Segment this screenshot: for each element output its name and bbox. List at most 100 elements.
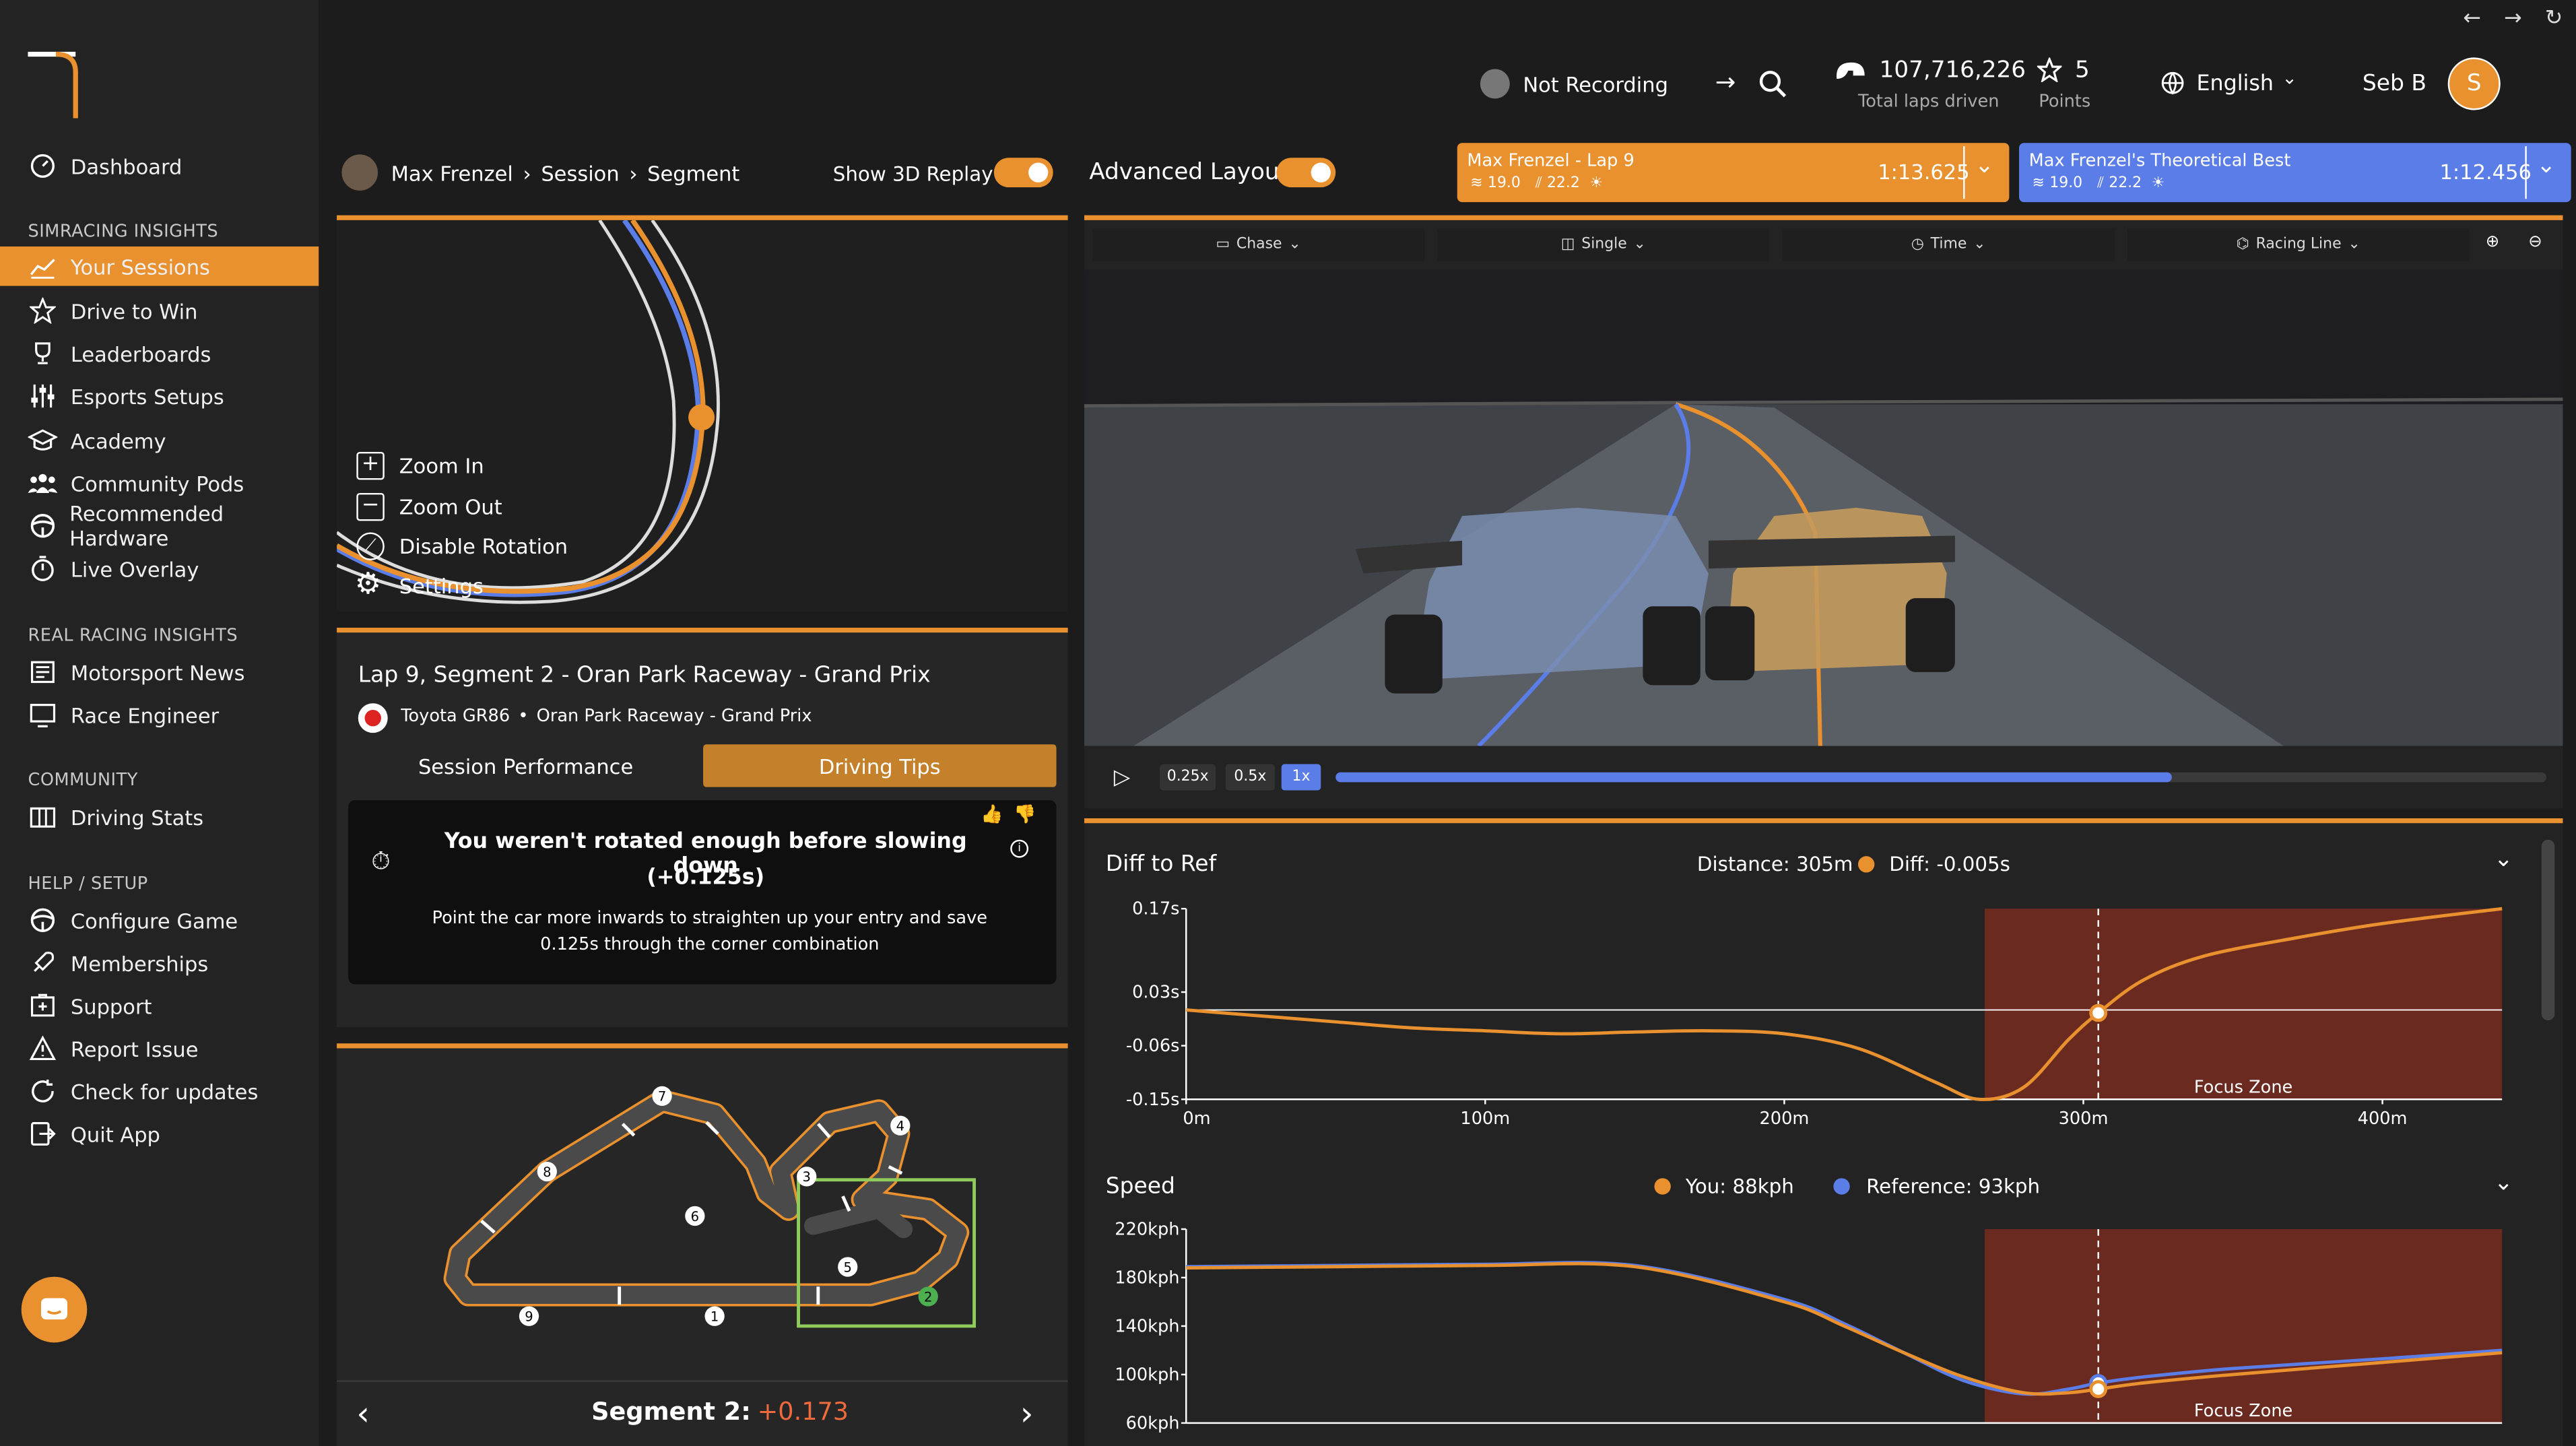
replay-progress-track[interactable]	[1335, 772, 2547, 783]
trophy-icon	[28, 339, 57, 368]
nav-quit-app[interactable]: Quit App	[0, 1114, 319, 1154]
breadcrumb-driver[interactable]: Max Frenzel	[391, 161, 513, 186]
thumbs-up-icon[interactable]: 👍	[981, 803, 1003, 825]
nav-support[interactable]: Support	[0, 986, 319, 1026]
x-tick-label: 400m	[2358, 1109, 2408, 1129]
focus-zone-label: Focus Zone	[2194, 1401, 2292, 1421]
forward-arrow-icon[interactable]: →	[2504, 7, 2522, 32]
back-arrow-icon[interactable]: ←	[2463, 7, 2481, 32]
nav-motorsport-news[interactable]: Motorsport News	[0, 653, 319, 692]
camera-dropdown[interactable]: ▭ Chase ⌄	[1092, 228, 1424, 261]
scrollbar[interactable]	[2541, 839, 2555, 1021]
replay-3d-view[interactable]	[1084, 269, 2563, 746]
zoom-in-icon[interactable]: +	[356, 451, 385, 480]
nav-race-engineer[interactable]: Race Engineer	[0, 695, 319, 735]
corner-label: 4	[896, 1119, 904, 1134]
total-laps-label: Total laps driven	[1857, 92, 2000, 112]
breadcrumb-separator: ›	[523, 161, 531, 186]
nav-community-pods[interactable]: Community Pods	[0, 463, 319, 503]
user-name[interactable]: Seb B	[2363, 71, 2426, 97]
mode-dropdown[interactable]: ◷ Time ⌄	[1782, 228, 2115, 261]
corner-label: 5	[844, 1259, 852, 1275]
y-tick-label: 220kph	[1115, 1220, 1179, 1240]
language-select[interactable]: English	[2196, 72, 2274, 97]
next-segment-icon[interactable]: ›	[1020, 1393, 1034, 1433]
corner-label: 9	[525, 1309, 533, 1325]
advanced-layout-toggle[interactable]	[1276, 158, 1336, 188]
nav-label: Race Engineer	[70, 702, 220, 727]
you-legend-dot	[1857, 856, 1875, 873]
zoom-out-icon[interactable]: ⊖	[2528, 233, 2542, 251]
chart-line-icon	[28, 251, 57, 281]
nav-memberships[interactable]: Memberships	[0, 943, 319, 983]
compass-icon[interactable]: ⟋	[356, 532, 385, 560]
nav-report-issue[interactable]: Report Issue	[0, 1028, 319, 1068]
chevron-down-icon[interactable]: ⌄	[2494, 1170, 2513, 1196]
nav-recommended-hardware[interactable]: Recommended Hardware	[0, 501, 319, 550]
y-tick-label: 180kph	[1115, 1268, 1179, 1288]
lap-segment-title: Lap 9, Segment 2 - Oran Park Raceway - G…	[358, 662, 931, 689]
corner-label: 8	[543, 1164, 551, 1180]
globe-icon	[2161, 71, 2184, 95]
avatar[interactable]: S	[2447, 57, 2501, 110]
previous-segment-icon[interactable]: ‹	[356, 1393, 370, 1433]
disable-rotation-button[interactable]: Disable Rotation	[399, 534, 568, 559]
racing-line-dropdown[interactable]: ⌬ Racing Line ⌄	[2127, 228, 2470, 261]
settings-button[interactable]: Settings	[399, 573, 484, 598]
reload-icon[interactable]: ↻	[2545, 7, 2563, 32]
login-arrow-icon[interactable]: →	[1715, 67, 1736, 97]
nav-configure-game[interactable]: Configure Game	[0, 900, 319, 940]
breadcrumb-session[interactable]: Session	[541, 161, 619, 186]
nav-check-updates[interactable]: Check for updates	[0, 1072, 319, 1111]
tip-body: Point the car more inwards to straighten…	[432, 909, 988, 955]
zoom-in-button[interactable]: Zoom In	[399, 453, 484, 478]
nav-drive-to-win[interactable]: Drive to Win	[0, 291, 319, 331]
corner-label: 7	[658, 1089, 666, 1105]
chevron-down-icon[interactable]: ⌄	[2536, 153, 2556, 179]
chevron-down-icon[interactable]: ⌄	[2494, 846, 2513, 872]
sun-icon: ☀	[1589, 176, 1604, 193]
mini-map[interactable]: + Zoom In − Zoom Out ⟋ Disable Rotation …	[337, 220, 1068, 612]
refresh-icon	[28, 1076, 57, 1106]
zoom-out-button[interactable]: Zoom Out	[399, 494, 502, 519]
chat-button[interactable]	[21, 1276, 88, 1343]
nav-driving-stats[interactable]: Driving Stats	[0, 797, 319, 836]
zoom-out-icon[interactable]: −	[356, 492, 385, 521]
nav-label: Motorsport News	[70, 659, 245, 685]
thumbs-down-icon[interactable]: 👎	[1014, 803, 1036, 825]
gear-icon[interactable]: ⚙	[355, 569, 381, 600]
speed-025x-button[interactable]: 0.25x	[1160, 764, 1216, 791]
user-lap-name: Max Frenzel - Lap 9	[1467, 151, 1634, 171]
nav-academy[interactable]: Academy	[0, 421, 319, 461]
nav-label: Support	[70, 993, 152, 1018]
play-icon[interactable]: ▷	[1114, 766, 1130, 791]
recording-status[interactable]: Not Recording	[1523, 72, 1668, 97]
nav-leaderboards[interactable]: Leaderboards	[0, 333, 319, 373]
nav-your-sessions[interactable]: Your Sessions	[0, 246, 319, 286]
user-lap-card[interactable]: Max Frenzel - Lap 9 1:13.625 ≋ 19.0 ⫽ 22…	[1457, 143, 2010, 203]
reference-lap-card[interactable]: Max Frenzel's Theoretical Best 1:12.456 …	[2019, 143, 2571, 203]
breadcrumb-segment[interactable]: Segment	[647, 161, 739, 186]
nav-dashboard-label: Dashboard	[70, 154, 183, 178]
nav-dashboard[interactable]: Dashboard	[0, 146, 319, 186]
zoom-in-icon[interactable]: ⊕	[2486, 233, 2499, 251]
sidebar: Dashboard SIMRACING INSIGHTS Your Sessio…	[0, 0, 319, 1446]
track-map[interactable]: 1 2 3 4 5 6 7 8 9	[337, 1049, 1068, 1377]
show-3d-replay-toggle[interactable]	[993, 158, 1053, 188]
search-icon[interactable]	[1758, 69, 1787, 98]
info-icon[interactable]: i	[1010, 839, 1029, 858]
points-value: 5	[2074, 57, 2090, 84]
chevron-down-icon[interactable]: ⌄	[1975, 153, 1994, 179]
chevron-down-icon[interactable]: ⌄	[2282, 67, 2297, 89]
diff-chart-title: Diff to Ref	[1105, 851, 1217, 878]
nav-live-overlay[interactable]: Live Overlay	[0, 549, 319, 589]
speed-05x-button[interactable]: 0.5x	[1225, 764, 1275, 791]
nav-esports-setups[interactable]: Esports Setups	[0, 376, 319, 416]
tab-session-performance[interactable]: Session Performance	[353, 744, 698, 787]
y-tick-label: 0.17s	[1132, 899, 1179, 919]
x-tick-label: 300m	[2059, 1109, 2109, 1129]
tab-driving-tips[interactable]: Driving Tips	[703, 744, 1057, 787]
y-tick-label: -0.15s	[1126, 1090, 1180, 1110]
view-dropdown[interactable]: ◫ Single ⌄	[1437, 228, 1770, 261]
speed-1x-button[interactable]: 1x	[1281, 764, 1321, 791]
